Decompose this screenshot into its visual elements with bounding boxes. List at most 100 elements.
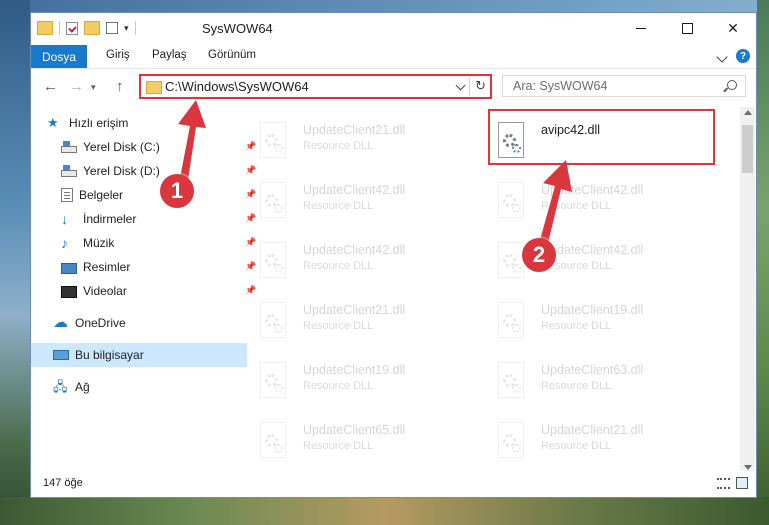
- tab-gorunum[interactable]: Görünüm: [208, 49, 256, 61]
- forward-arrow-icon[interactable]: →: [69, 78, 84, 95]
- tab-giris[interactable]: Giriş: [106, 49, 130, 61]
- file-item[interactable]: UpdateClient63.dll Resource DLL: [485, 357, 723, 413]
- step-2-badge: 2: [522, 238, 556, 272]
- file-item[interactable]: UpdateClient65.dll Resource DLL: [247, 417, 485, 473]
- tab-paylas[interactable]: Paylaş: [152, 49, 187, 61]
- file-name: UpdateClient42.dll: [541, 243, 644, 257]
- customize-toolbar-icon[interactable]: [106, 22, 118, 34]
- sidebar-item-videos[interactable]: Videolar 📌: [31, 279, 256, 303]
- maximize-icon: [681, 22, 693, 34]
- sidebar-item-local-disk-c[interactable]: Yerel Disk (C:) 📌: [31, 135, 256, 159]
- refresh-icon[interactable]: ↻: [475, 78, 486, 94]
- file-item[interactable]: UpdateClient42.dll Resource DLL: [485, 237, 723, 293]
- computer-icon: [53, 350, 69, 360]
- dll-file-icon: [257, 422, 291, 464]
- file-name: UpdateClient42.dll: [303, 243, 406, 257]
- sidebar-item-downloads[interactable]: ↓ İndirmeler 📌: [31, 207, 256, 231]
- folder-icon: [146, 81, 162, 94]
- file-item[interactable]: UpdateClient21.dll Resource DLL: [247, 117, 485, 173]
- dll-file-icon: [495, 422, 529, 464]
- sidebar-item-label: Resimler: [83, 260, 131, 274]
- file-item[interactable]: UpdateClient42.dll Resource DLL: [485, 177, 723, 233]
- sidebar-item-local-disk-d[interactable]: Yerel Disk (D:) 📌: [31, 159, 256, 183]
- sidebar-item-label: Yerel Disk (D:): [83, 164, 160, 178]
- sidebar-item-documents[interactable]: Belgeler 📌: [31, 183, 256, 207]
- file-item[interactable]: UpdateClient19.dll Resource DLL: [485, 297, 723, 353]
- sidebar-item-network[interactable]: 🖧 Ağ: [31, 375, 247, 399]
- cloud-icon: ☁: [53, 314, 68, 331]
- maximize-button[interactable]: [664, 13, 710, 43]
- file-item[interactable]: UpdateClient42.dll Resource DLL: [247, 237, 485, 293]
- file-name: UpdateClient42.dll: [303, 183, 406, 197]
- dll-file-icon: [257, 302, 291, 344]
- drive-icon: [61, 165, 77, 177]
- file-type: Resource DLL: [303, 380, 374, 392]
- chevron-down-icon[interactable]: [455, 80, 466, 91]
- navigation-pane: ★ Hızlı erişim Yerel Disk (C:) 📌 Yerel D…: [31, 107, 256, 473]
- sidebar-item-label: Yerel Disk (C:): [83, 140, 160, 154]
- navigation-bar: ← → ▾ ↑ C:\Windows\SysWOW64 ↻ Ara: SysWO…: [31, 71, 756, 101]
- file-type: Resource DLL: [303, 440, 374, 452]
- file-name: UpdateClient65.dll: [303, 423, 406, 437]
- download-icon: ↓: [61, 211, 68, 227]
- sidebar-item-label: Bu bilgisayar: [75, 348, 144, 362]
- minimize-button[interactable]: [618, 13, 664, 43]
- sidebar-item-this-pc[interactable]: Bu bilgisayar: [31, 343, 247, 367]
- videos-icon: [61, 285, 77, 298]
- dll-file-icon: [495, 182, 529, 224]
- address-bar[interactable]: C:\Windows\SysWOW64 ↻: [139, 74, 492, 99]
- scroll-up-icon[interactable]: [744, 110, 752, 115]
- music-icon: ♪: [61, 235, 68, 251]
- tab-dosya[interactable]: Dosya: [31, 45, 87, 68]
- sidebar-item-quick-access[interactable]: ★ Hızlı erişim: [31, 111, 241, 135]
- address-path[interactable]: C:\Windows\SysWOW64: [165, 79, 309, 94]
- details-view-icon[interactable]: [717, 478, 730, 489]
- search-icon[interactable]: [727, 80, 737, 90]
- file-name: UpdateClient21.dll: [303, 303, 406, 317]
- scrollbar-thumb[interactable]: [742, 125, 753, 173]
- file-item[interactable]: UpdateClient19.dll Resource DLL: [247, 357, 485, 413]
- sidebar-item-label: Videolar: [83, 284, 127, 298]
- close-button[interactable]: ✕: [710, 13, 756, 43]
- sidebar-item-label: İndirmeler: [83, 212, 137, 226]
- item-count: 147 öğe: [43, 477, 83, 489]
- star-icon: ★: [47, 115, 59, 130]
- dll-file-icon: [257, 242, 291, 284]
- help-icon[interactable]: ?: [736, 49, 750, 63]
- back-arrow-icon[interactable]: ←: [43, 78, 58, 95]
- file-name: UpdateClient19.dll: [303, 363, 406, 377]
- dll-file-icon: [257, 122, 291, 164]
- sidebar-item-label: Belgeler: [79, 188, 124, 202]
- sidebar-item-onedrive[interactable]: ☁ OneDrive: [31, 311, 247, 335]
- large-icons-view-icon[interactable]: [736, 477, 748, 489]
- search-placeholder: Ara: SysWOW64: [513, 79, 608, 93]
- vertical-scrollbar[interactable]: [740, 107, 755, 473]
- ribbon-tabs: Dosya Giriş Paylaş Görünüm ?: [31, 45, 756, 69]
- file-type: Resource DLL: [541, 320, 612, 332]
- new-folder-icon[interactable]: [84, 21, 100, 35]
- title-bar: ▾ SysWOW64 ✕: [31, 13, 756, 45]
- dll-file-icon: [257, 182, 291, 224]
- dll-file-icon: [495, 302, 529, 344]
- search-input[interactable]: Ara: SysWOW64: [502, 75, 746, 97]
- recent-locations-icon[interactable]: ▾: [91, 82, 96, 93]
- scroll-down-icon[interactable]: [744, 465, 752, 470]
- up-arrow-icon[interactable]: ↑: [116, 78, 124, 95]
- file-item[interactable]: UpdateClient21.dll Resource DLL: [485, 417, 723, 473]
- properties-icon[interactable]: [66, 21, 78, 35]
- file-type: Resource DLL: [303, 200, 374, 212]
- close-icon: ✕: [727, 19, 739, 36]
- drive-icon: [61, 141, 77, 153]
- sidebar-item-music[interactable]: ♪ Müzik 📌: [31, 231, 256, 255]
- chevron-up-icon[interactable]: [716, 51, 728, 63]
- file-item[interactable]: UpdateClient21.dll Resource DLL: [247, 297, 485, 353]
- documents-icon: [61, 188, 73, 202]
- file-type: Resource DLL: [303, 140, 374, 152]
- sidebar-item-label: Ağ: [75, 380, 90, 394]
- toolbar-dropdown-icon[interactable]: ▾: [124, 23, 129, 34]
- dll-file-icon: [495, 362, 529, 404]
- folder-icon: [37, 21, 53, 35]
- quick-access-toolbar: ▾: [37, 21, 136, 35]
- sidebar-item-pictures[interactable]: Resimler 📌: [31, 255, 256, 279]
- file-item[interactable]: UpdateClient42.dll Resource DLL: [247, 177, 485, 233]
